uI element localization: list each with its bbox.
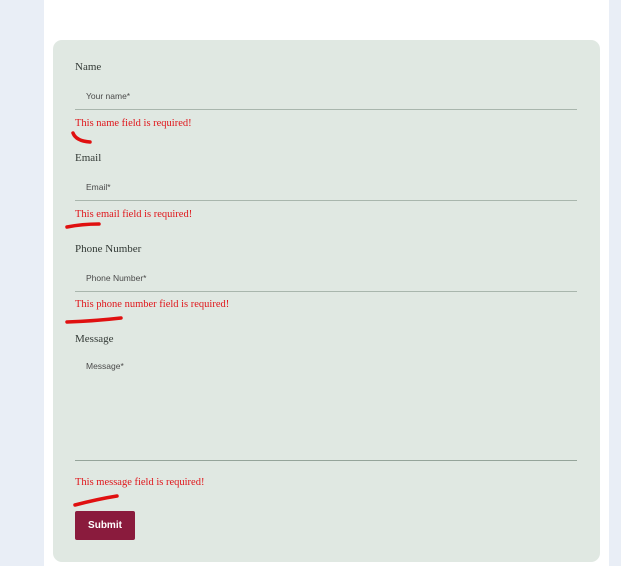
submit-button[interactable]: Submit [75,511,135,540]
name-error: This name field is required! [75,118,192,129]
email-error: This email field is required! [75,209,193,220]
phone-label: Phone Number [75,243,142,255]
message-error: This message field is required! [75,477,205,488]
name-label: Name [75,61,102,73]
name-input[interactable] [75,82,577,110]
message-label: Message [75,333,114,345]
phone-error: This phone number field is required! [75,299,230,310]
email-label: Email [75,152,102,164]
phone-input[interactable] [75,264,577,292]
message-textarea[interactable] [75,356,577,461]
email-input[interactable] [75,173,577,201]
